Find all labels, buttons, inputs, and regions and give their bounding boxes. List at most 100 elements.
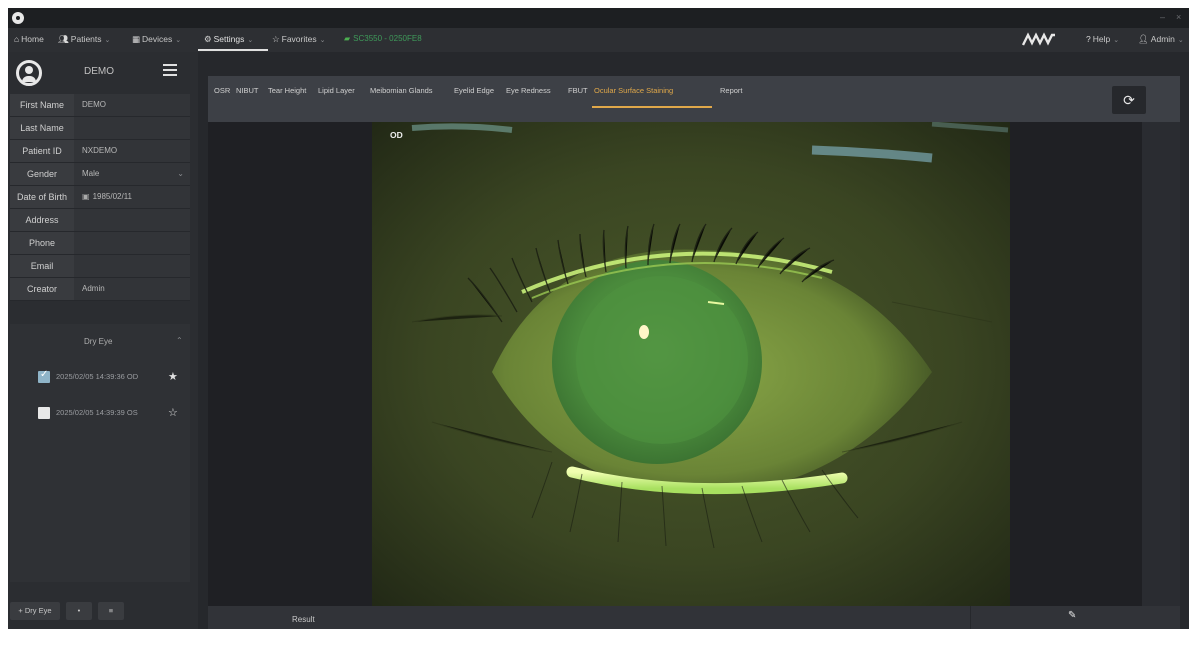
result-bar: Result ✎ [208,606,1180,629]
tab-tear-height[interactable]: Tear Height [268,86,306,95]
field-patient-id[interactable]: Patient ID NXDEMO [10,140,190,163]
menu-bar: ⌂ Home 👥︎ Patients ⌄ ▦ Devices ⌄ ⚙ Settings ⌄ ☆… [8,28,1189,52]
creator-value: Admin [82,284,105,293]
star-outline-icon[interactable]: ☆ [168,406,178,419]
date-of-birth-value: 1985/02/11 [92,192,133,201]
calendar-icon: ▣ [82,192,90,201]
help-icon: ? [1086,34,1091,44]
chevron-down-icon: ⌄ [1113,37,1120,44]
menu-help[interactable]: ? Help ⌄ [1086,34,1119,44]
device-status-label: SC3550 - 0250FE8 [353,34,422,43]
result-divider [970,606,971,629]
device-status[interactable]: ▰ SC3550 - 0250FE8 [344,34,422,43]
tab-fbut[interactable]: FBUT [568,86,588,95]
brand-logo [1022,32,1055,46]
app-logo-icon [12,12,24,24]
patient-id-value: NXDEMO [82,146,118,155]
hamburger-menu-button[interactable] [163,64,177,76]
record-checkbox[interactable] [38,407,50,419]
field-gender[interactable]: Gender Male ⌄ [10,163,190,186]
refresh-button[interactable]: ⟳ [1112,86,1146,114]
patient-name: DEMO [84,66,114,77]
eye-side-label: OD [390,130,403,140]
remove-record-button[interactable]: • [66,602,92,620]
record-item[interactable]: 2025/02/05 14:39:39 OS ☆ [10,404,190,424]
record-group-title: Dry Eye [84,337,113,346]
menu-home[interactable]: ⌂ Home [14,34,44,44]
star-filled-icon[interactable]: ★ [168,370,178,383]
field-label: Date of Birth [10,186,74,208]
menu-admin-label: Admin [1150,34,1175,44]
field-label: Gender [10,163,74,185]
chevron-up-icon: ⌃ [176,336,183,345]
title-bar: – × [8,8,1189,28]
pencil-icon[interactable]: ✎ [1068,610,1076,621]
main-content: OSR NIBUT Tear Height Lipid Layer Meibom… [208,76,1180,629]
chevron-down-icon: ⌄ [104,37,111,44]
field-label: Email [10,255,74,277]
record-list: Dry Eye ⌃ 2025/02/05 14:39:36 OD ★ 2025/… [10,324,190,582]
menu-active-indicator [198,49,268,51]
menu-help-label: Help [1092,34,1111,44]
home-icon: ⌂ [14,34,20,44]
minimize-button[interactable]: – [1160,12,1165,22]
menu-devices-label: Devices [142,34,173,44]
field-phone[interactable]: Phone [10,232,190,255]
tab-lipid-layer[interactable]: Lipid Layer [318,86,355,95]
field-address[interactable]: Address [10,209,190,232]
menu-patients[interactable]: 👥︎ Patients ⌄ [58,34,110,45]
user-icon: 👤︎ [1138,34,1149,44]
tab-eye-redness[interactable]: Eye Redness [506,86,551,95]
first-name-value: DEMO [82,100,106,109]
menu-admin[interactable]: 👤︎ Admin ⌄ [1138,34,1184,45]
tab-eyelid-edge[interactable]: Eyelid Edge [454,86,494,95]
patient-info-table: First Name DEMO Last Name Patient ID NXD… [10,94,190,301]
add-dry-eye-button[interactable]: + Dry Eye [10,602,60,620]
hamburger-icon [163,64,177,66]
close-button[interactable]: × [1176,12,1181,22]
menu-favorites[interactable]: ☆ Favorites ⌄ [272,34,325,45]
field-email[interactable]: Email [10,255,190,278]
viewer-side-panel [1142,122,1180,606]
tab-nibut[interactable]: NIBUT [236,86,259,95]
tab-meibomian-glands[interactable]: Meibomian Glands [370,86,433,95]
record-label: 2025/02/05 14:39:39 OS [56,408,138,417]
menu-settings[interactable]: ⚙ Settings ⌄ [204,34,253,45]
chevron-down-icon: ⌄ [175,37,182,44]
tab-active-indicator [592,106,712,108]
list-view-button[interactable]: ≡ [98,602,124,620]
patient-panel: DEMO First Name DEMO Last Name Patient I… [8,52,198,629]
chevron-down-icon: ⌄ [1177,37,1184,44]
tab-report[interactable]: Report [720,86,743,95]
menu-home-label: Home [21,34,44,44]
eye-photo [372,122,1010,606]
record-item[interactable]: 2025/02/05 14:39:36 OD ★ [10,368,190,388]
field-label: First Name [10,94,74,116]
field-last-name[interactable]: Last Name [10,117,190,140]
field-label: Creator [10,278,74,300]
field-first-name[interactable]: First Name DEMO [10,94,190,117]
result-label: Result [292,615,315,624]
menu-patients-label: Patients [70,34,102,44]
chevron-down-icon[interactable]: ⌄ [177,163,184,185]
record-group-header[interactable]: Dry Eye ⌃ [10,334,190,350]
field-label: Patient ID [10,140,74,162]
gear-icon: ⚙ [204,34,212,44]
avatar [16,60,42,86]
field-date-of-birth[interactable]: Date of Birth ▣ 1985/02/11 [10,186,190,209]
menu-devices[interactable]: ▦ Devices ⌄ [132,34,181,45]
gender-value: Male [82,169,100,178]
device-connected-icon: ▰ [344,34,351,43]
tab-osr[interactable]: OSR [214,86,230,95]
star-outline-icon: ☆ [272,34,280,44]
field-creator: Creator Admin [10,278,190,301]
tab-ocular-surface-staining[interactable]: Ocular Surface Staining [594,86,673,95]
record-label: 2025/02/05 14:39:36 OD [56,372,139,381]
field-label: Address [10,209,74,231]
record-checkbox[interactable] [38,369,50,383]
eye-image[interactable]: OD [372,122,1010,606]
refresh-icon: ⟳ [1123,92,1135,108]
field-label: Last Name [10,117,74,139]
chevron-down-icon: ⌄ [247,37,254,44]
field-label: Phone [10,232,74,254]
